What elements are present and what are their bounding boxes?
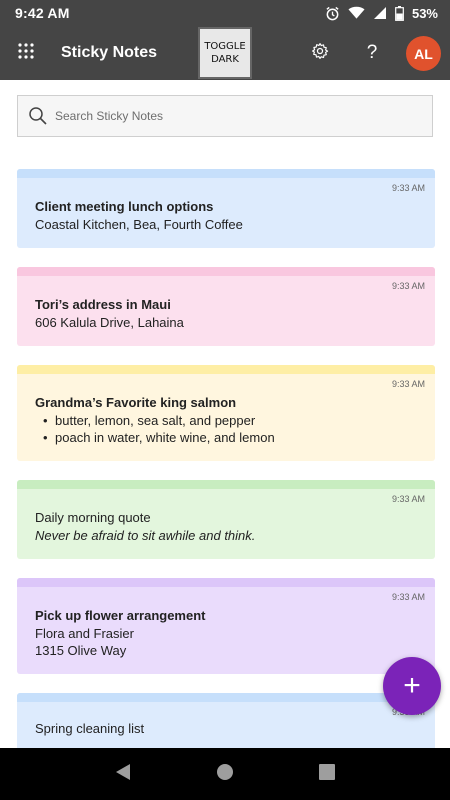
note-color-bar <box>17 480 435 489</box>
add-note-button[interactable]: + <box>383 657 441 715</box>
note-timestamp: 9:33 AM <box>391 281 425 291</box>
note-card[interactable]: 9:33 AM Grandma’s Favorite king salmon b… <box>17 365 435 461</box>
note-color-bar <box>17 169 435 178</box>
signal-icon <box>373 6 387 20</box>
note-card[interactable]: 9:33 AM Client meeting lunch options Coa… <box>17 169 435 248</box>
note-card[interactable]: 9:33 AM Daily morning quote Never be afr… <box>17 480 435 559</box>
status-time: 9:42 AM <box>15 5 70 21</box>
app-bar: Sticky Notes TOGGLE DARK ? AL <box>0 26 450 80</box>
note-timestamp: 9:33 AM <box>391 592 425 602</box>
recents-button[interactable] <box>307 754 347 794</box>
back-button[interactable] <box>103 754 143 794</box>
system-nav-bar <box>0 748 450 800</box>
battery-icon <box>395 5 404 21</box>
note-color-bar <box>17 267 435 276</box>
note-color-bar <box>17 365 435 374</box>
battery-percent: 53% <box>411 5 438 21</box>
note-text: Flora and Frasier <box>35 625 134 641</box>
search-input[interactable] <box>55 109 415 123</box>
toggle-dark-button[interactable]: TOGGLE DARK <box>198 27 252 79</box>
note-bullet-list: butter, lemon, sea salt, and pepper poac… <box>43 412 417 447</box>
app-launcher-button[interactable] <box>0 26 52 80</box>
gear-icon <box>311 42 329 65</box>
recents-icon <box>319 763 335 785</box>
alarm-icon <box>325 6 340 21</box>
grid-icon <box>18 42 34 64</box>
note-color-bar <box>17 693 435 702</box>
note-card[interactable]: 9:33 AM Pick up flower arrangement Flora… <box>17 578 435 674</box>
note-bullet-item: poach in water, white wine, and lemon <box>43 429 417 447</box>
note-text: Daily morning quote <box>35 510 151 525</box>
note-title: Grandma’s Favorite king salmon <box>35 395 237 410</box>
note-text: 1315 Olive Way <box>35 643 127 658</box>
status-icons: 53% <box>325 5 438 21</box>
note-title: Client meeting lunch options <box>35 199 214 214</box>
note-card[interactable]: 9:33 AM Tori’s address in Maui 606 Kalul… <box>17 267 435 346</box>
plus-icon: + <box>403 669 421 702</box>
note-bullet-item: butter, lemon, sea salt, and pepper <box>43 412 417 430</box>
note-text: Coastal Kitchen, Bea, Fourth Coffee <box>35 216 243 232</box>
note-text: Spring cleaning list <box>35 721 145 736</box>
note-text: 606 Kalula Drive, Lahaina <box>35 314 184 330</box>
home-button[interactable] <box>205 754 245 794</box>
wifi-icon <box>348 6 365 20</box>
back-icon <box>115 763 131 786</box>
search-icon <box>28 106 48 126</box>
note-color-bar <box>17 578 435 587</box>
note-timestamp: 9:33 AM <box>391 183 425 193</box>
note-quote: Never be afraid to sit awhile and think. <box>35 527 256 543</box>
note-title: Pick up flower arrangement <box>35 608 206 623</box>
note-timestamp: 9:33 AM <box>391 494 425 504</box>
note-timestamp: 9:33 AM <box>391 379 425 389</box>
status-bar: 9:42 AM 53% <box>0 0 450 26</box>
help-button[interactable]: ? <box>358 39 386 67</box>
search-box[interactable] <box>17 95 433 137</box>
avatar[interactable]: AL <box>406 36 441 71</box>
settings-button[interactable] <box>306 39 334 67</box>
app-title: Sticky Notes <box>61 44 158 61</box>
home-icon <box>216 763 234 786</box>
note-title: Tori’s address in Maui <box>35 297 171 312</box>
